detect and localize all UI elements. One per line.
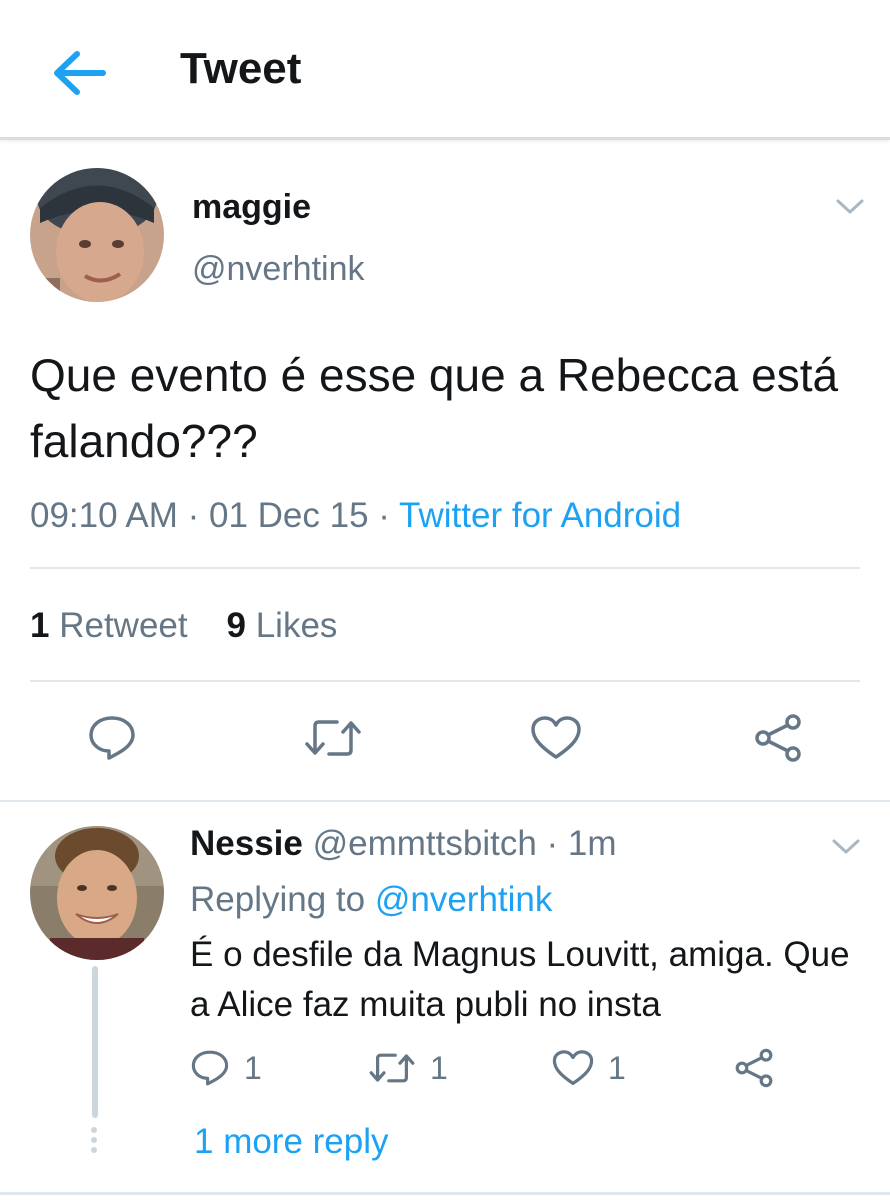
thread-dot [91,1147,97,1153]
likes-stat[interactable]: 9 Likes [227,606,338,645]
reply-author-name[interactable]: Nessie [190,824,303,863]
tweet-menu-button[interactable] [830,192,870,222]
tweet-stats: 1 Retweet 9 Likes [30,606,337,646]
tweet-date: 01 Dec 15 [209,496,369,535]
back-button[interactable] [46,40,112,106]
share-button[interactable] [750,712,806,764]
reply-like-button[interactable]: 1 [552,1046,626,1090]
chevron-down-icon [832,839,860,854]
author-handle[interactable]: @nverhtink [192,250,364,289]
reply-header: Nessie @emmttsbitch · 1m [190,824,617,864]
share-icon [755,714,801,762]
reply-count: 1 [244,1049,262,1086]
reply-button[interactable] [84,712,140,764]
reply-text: É o desfile da Magnus Louvitt, amiga. Qu… [190,935,850,1024]
reply-time: 1m [567,824,617,863]
author-avatar-image [30,168,164,302]
like-icon [552,1050,594,1085]
like-label: Likes [255,606,338,645]
reply-like-count: 1 [608,1049,626,1086]
top-app-bar: Tweet [0,0,890,140]
replying-mention-link[interactable]: @nverhtink [375,880,553,919]
reply-reply-button[interactable]: 1 [190,1046,262,1090]
like-button[interactable] [528,712,584,764]
replying-prefix: Replying to [190,880,375,919]
retweet-count: 1 [30,606,50,645]
arrow-left-icon [54,51,106,95]
reply-avatar-image [30,826,164,960]
chevron-down-icon [836,199,864,214]
retweet-label: Retweet [59,606,188,645]
tweet-source-link[interactable]: Twitter for Android [399,496,681,535]
replying-to: Replying to @nverhtink [190,880,552,920]
divider [30,567,860,569]
reply-share-button[interactable] [734,1046,774,1090]
retweet-icon [305,720,361,756]
tweet-metadata: 09:10 AM · 01 Dec 15 · Twitter for Andro… [30,496,681,536]
reply-menu-button[interactable] [826,832,866,862]
page-title: Tweet [180,44,302,93]
divider [30,680,860,682]
avatar[interactable] [30,168,164,302]
retweet-icon [369,1053,415,1083]
reply-author-handle[interactable]: @emmttsbitch [313,824,537,863]
divider [0,800,890,802]
thread-line [92,966,98,1118]
more-replies-link[interactable]: 1 more reply [194,1122,389,1162]
reply-retweet-button[interactable]: 1 [368,1046,448,1090]
separator: · [368,496,400,535]
tweet-time: 09:10 AM [30,496,178,535]
reply-icon [89,716,135,760]
separator: · [177,496,209,535]
like-count: 9 [226,606,246,645]
thread-dot [91,1127,97,1133]
reply-retweet-count: 1 [430,1049,448,1086]
divider [0,1192,890,1195]
reply-avatar[interactable] [30,826,164,960]
retweets-stat[interactable]: 1 Retweet [30,606,188,645]
share-icon [735,1048,773,1088]
author-name[interactable]: maggie [192,188,311,227]
like-icon [531,716,581,759]
retweet-button[interactable] [302,712,364,764]
reply-icon [191,1050,229,1086]
thread-dot [91,1137,97,1143]
separator: · [536,824,568,863]
tweet-text: Que evento é esse que a Rebecca está fal… [30,349,839,467]
